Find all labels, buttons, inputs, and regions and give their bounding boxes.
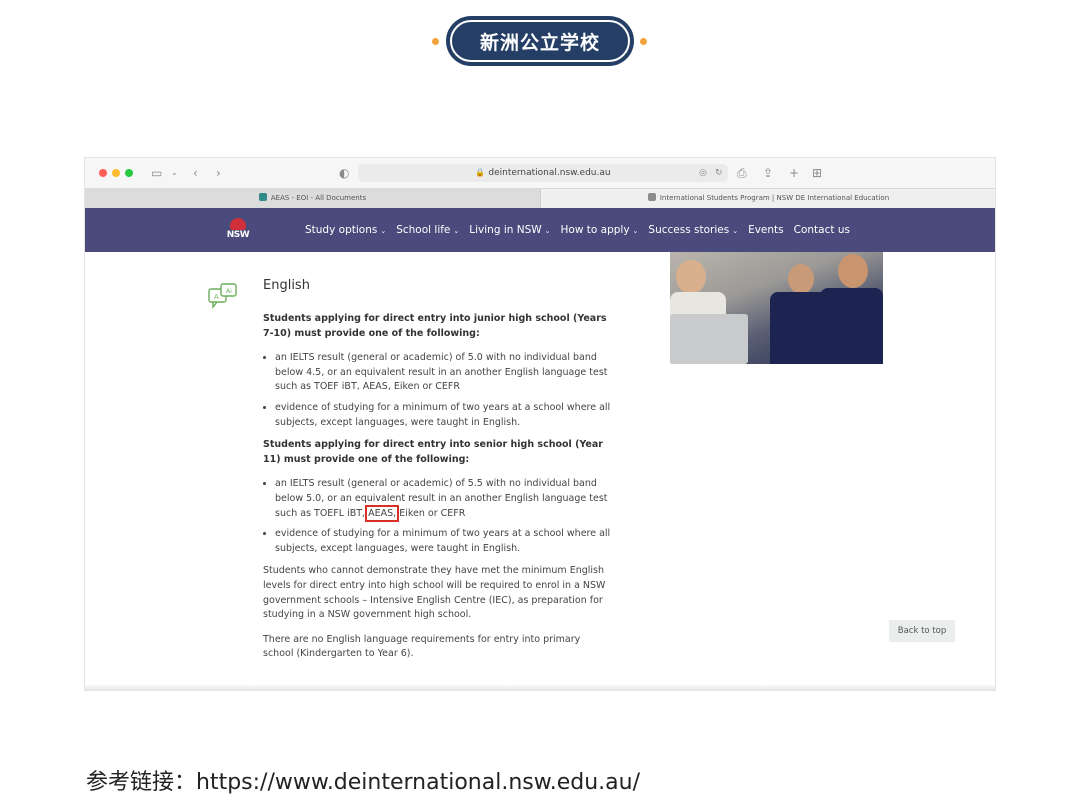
chevron-down-icon[interactable]: ⌄: [171, 164, 178, 182]
junior-intro: Students applying for direct entry into …: [263, 313, 607, 339]
junior-list: an IELTS result (general or academic) of…: [263, 351, 613, 430]
new-tab-icon[interactable]: +: [789, 164, 799, 182]
senior-item-ielts-tail: Eiken or CEFR: [399, 507, 466, 519]
print-icon[interactable]: ⎙: [737, 164, 747, 182]
tab-international-label: International Students Program | NSW DE …: [659, 194, 890, 202]
iec-paragraph: Students who cannot demonstrate they hav…: [263, 565, 606, 621]
back-to-top-button[interactable]: Back to top: [889, 620, 955, 642]
badge: 新洲公立学校: [446, 16, 634, 66]
site-navigation: NSW Study options ⌄ School life ⌄ Living in …: [85, 208, 995, 252]
svg-text:A: A: [214, 293, 219, 301]
address-bar[interactable]: 🔒 deinternational.nsw.edu.au: [358, 164, 728, 182]
nav-item-events[interactable]: Events: [748, 224, 784, 236]
student-blazer: [820, 288, 883, 364]
back-icon[interactable]: ‹: [193, 164, 198, 182]
chevron-down-icon: ⌄: [632, 227, 639, 235]
chevron-down-icon: ⌄: [544, 227, 551, 235]
senior-intro: Students applying for direct entry into …: [263, 439, 603, 465]
nav-item-label: Events: [748, 224, 784, 236]
reload-icon[interactable]: ↻: [715, 164, 723, 182]
nav-item-label: Living in NSW: [469, 224, 542, 236]
nav-item-living-in-nsw[interactable]: Living in NSW ⌄: [469, 224, 550, 236]
forward-icon[interactable]: ›: [216, 164, 221, 182]
close-window-button[interactable]: [99, 169, 107, 177]
tab-aeas[interactable]: AEAS - EOI - All Documents: [85, 189, 540, 208]
tab-aeas-favicon-icon: [258, 193, 267, 201]
tab-international[interactable]: International Students Program | NSW DE …: [540, 189, 995, 208]
nav-item-label: School life: [396, 224, 451, 236]
nav-item-label: How to apply: [560, 224, 630, 236]
reference-link-caption: 参考链接：https://www.deinternational.nsw.edu…: [86, 770, 640, 795]
tab-aeas-label: AEAS - EOI - All Documents: [270, 194, 367, 202]
minimize-window-button[interactable]: [112, 169, 120, 177]
tab-bar: AEAS - EOI - All Documents International…: [85, 188, 995, 208]
language-icon: A Ai: [208, 283, 237, 309]
nav-item-how-to-apply[interactable]: How to apply ⌄: [561, 224, 639, 236]
english-requirements: Students applying for direct entry into …: [263, 312, 613, 672]
junior-item-ielts: an IELTS result (general or academic) of…: [275, 351, 613, 395]
students-photo: [670, 252, 883, 364]
badge-header: 新洲公立学校: [0, 16, 1080, 66]
sidebar-icon[interactable]: ▭: [151, 164, 162, 182]
privacy-shield-icon[interactable]: ◐: [339, 164, 349, 182]
chevron-down-icon: ⌄: [380, 227, 387, 235]
address-text: deinternational.nsw.edu.au: [488, 168, 611, 178]
senior-list: an IELTS result (general or academic) of…: [263, 477, 613, 556]
nav-item-label: Success stories: [648, 224, 730, 236]
student-head: [676, 260, 706, 294]
logo-text: NSW: [226, 230, 250, 240]
translate-icon[interactable]: ◎: [699, 164, 707, 182]
lock-icon: 🔒: [475, 168, 486, 177]
nav-menu: Study options ⌄ School life ⌄ Living in NSW ⌄…: [305, 208, 860, 252]
page-content: A Ai English Students applying for direc…: [85, 252, 995, 690]
badge-dot-left: [432, 38, 439, 45]
chevron-down-icon: ⌄: [453, 227, 460, 235]
share-icon[interactable]: ⇪: [763, 164, 773, 182]
browser-toolbar: ▭ ⌄ ‹ › ◐ 🔒 deinternational.nsw.edu.au ◎ …: [85, 158, 995, 188]
tab-overview-icon[interactable]: ⊞: [812, 164, 822, 182]
badge-title: 新洲公立学校: [450, 20, 630, 62]
section-title: English: [263, 278, 310, 293]
chevron-down-icon: ⌄: [732, 227, 739, 235]
svg-text:Ai: Ai: [226, 288, 232, 295]
nav-item-label: Contact us: [793, 224, 850, 236]
laptop: [670, 314, 748, 364]
browser-screenshot: ▭ ⌄ ‹ › ◐ 🔒 deinternational.nsw.edu.au ◎ …: [85, 158, 995, 690]
tab-international-favicon-icon: [647, 193, 656, 201]
bottom-fade: [85, 684, 995, 690]
zoom-window-button[interactable]: [125, 169, 133, 177]
aeas-highlight: AEAS,: [365, 504, 400, 522]
nav-item-school-life[interactable]: School life ⌄: [396, 224, 459, 236]
nav-item-success-stories[interactable]: Success stories ⌄: [648, 224, 738, 236]
nsw-logo[interactable]: NSW: [225, 218, 251, 242]
primary-paragraph: There are no English language requiremen…: [263, 633, 581, 660]
junior-item-evidence: evidence of studying for a minimum of tw…: [275, 401, 613, 430]
nav-item-study-options[interactable]: Study options ⌄: [305, 224, 386, 236]
badge-dot-right: [640, 38, 647, 45]
student-head: [788, 264, 814, 294]
waratah-icon: [230, 218, 246, 230]
student-head: [838, 254, 868, 288]
nav-item-contact-us[interactable]: Contact us: [794, 224, 850, 236]
nav-item-label: Study options: [305, 224, 378, 236]
senior-item-ielts: an IELTS result (general or academic) of…: [275, 477, 613, 522]
senior-item-evidence: evidence of studying for a minimum of tw…: [275, 527, 613, 556]
